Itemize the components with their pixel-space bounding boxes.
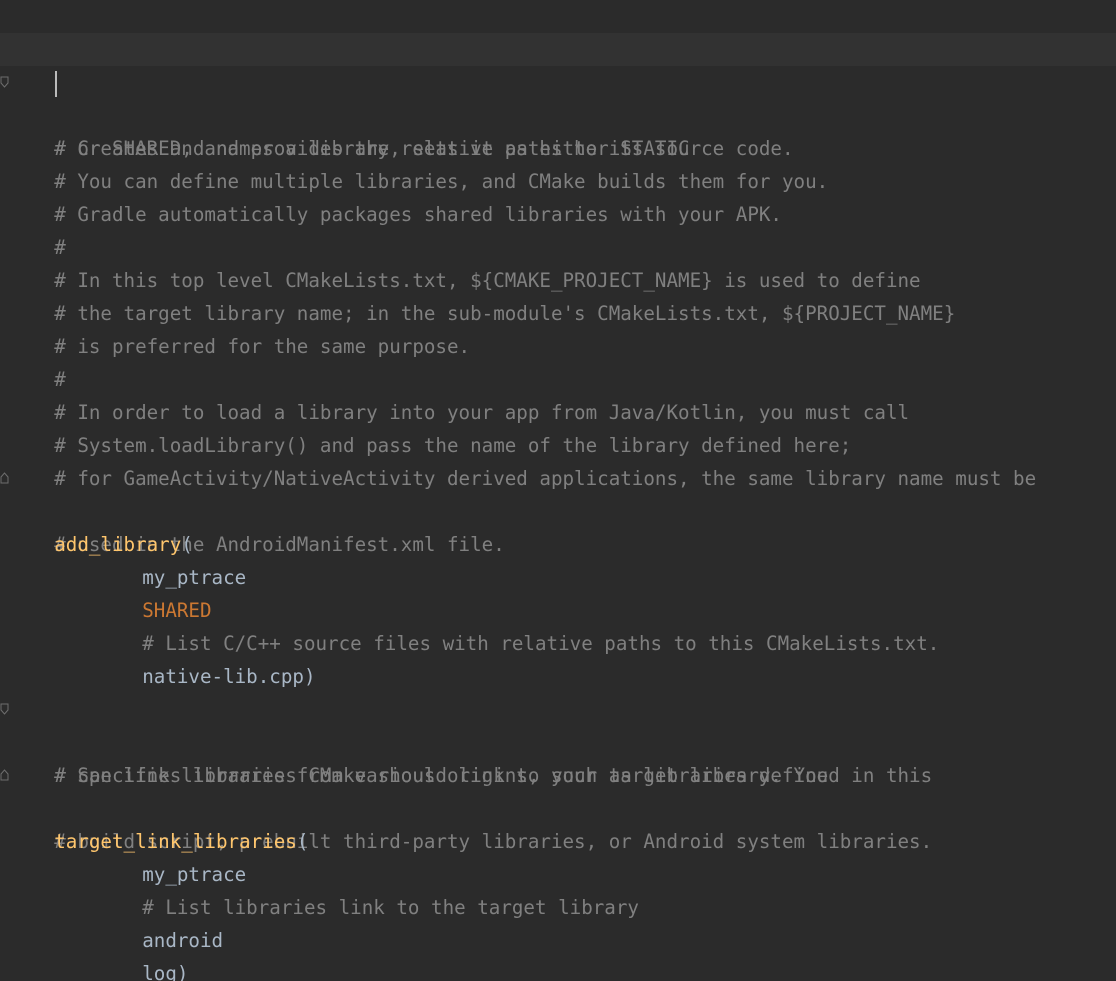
code-line-project[interactable]: project("myapplicationptrace"): [0, 0, 1116, 61]
code-editor[interactable]: project("myapplicationptrace") # Creates…: [0, 0, 1116, 981]
comment-line[interactable]: # the target library name; in the sub-mo…: [0, 264, 1116, 325]
comment-line[interactable]: # used in the AndroidManifest.xml file.: [0, 462, 1116, 556]
empty-line[interactable]: [0, 660, 1116, 693]
comment-line[interactable]: # is preferred for the same purpose.: [0, 297, 1116, 358]
comment-line[interactable]: # Creates and names a library, sets it a…: [0, 66, 1116, 160]
comment-line[interactable]: # can link libraries from various origin…: [0, 726, 1116, 787]
comment-line[interactable]: # or SHARED, and provides the relative p…: [0, 99, 1116, 160]
code-line-arg[interactable]: log): [0, 924, 1116, 981]
comment-line[interactable]: # Gradle automatically packages shared l…: [0, 165, 1116, 226]
fold-end-icon[interactable]: [0, 472, 9, 484]
link-library-log: log: [142, 962, 177, 981]
comment-line[interactable]: # for GameActivity/NativeActivity derive…: [0, 429, 1116, 490]
comment-line[interactable]: #: [0, 198, 1116, 259]
comment-line[interactable]: # In order to load a library into your a…: [0, 363, 1116, 424]
comment-line[interactable]: # In this top level CMakeLists.txt, ${CM…: [0, 231, 1116, 292]
code-line-arg[interactable]: SHARED: [0, 561, 1116, 622]
code-line-arg[interactable]: my_ptrace: [0, 825, 1116, 886]
comment-line[interactable]: # You can define multiple libraries, and…: [0, 132, 1116, 193]
comment-line[interactable]: # Specifies libraries CMake should link …: [0, 693, 1116, 787]
code-line-arg[interactable]: android: [0, 891, 1116, 952]
code-line-add-library[interactable]: add_library(: [0, 495, 1116, 556]
comment-line[interactable]: # List C/C++ source files with relative …: [0, 594, 1116, 655]
comment-line[interactable]: # build script, prebuilt third-party lib…: [0, 759, 1116, 853]
code-line-arg[interactable]: native-lib.cpp): [0, 627, 1116, 688]
comment-line[interactable]: # System.loadLibrary() and pass the name…: [0, 396, 1116, 457]
code-line-arg[interactable]: my_ptrace: [0, 528, 1116, 589]
fold-start-icon[interactable]: [0, 76, 9, 88]
close-paren: ): [176, 962, 189, 981]
fold-start-icon[interactable]: [0, 703, 9, 715]
comment-line[interactable]: #: [0, 330, 1116, 391]
fold-end-icon[interactable]: [0, 769, 9, 781]
current-line[interactable]: [0, 33, 1116, 97]
code-line-target-link-libraries[interactable]: target_link_libraries(: [0, 792, 1116, 853]
comment-line[interactable]: # List libraries link to the target libr…: [0, 858, 1116, 919]
